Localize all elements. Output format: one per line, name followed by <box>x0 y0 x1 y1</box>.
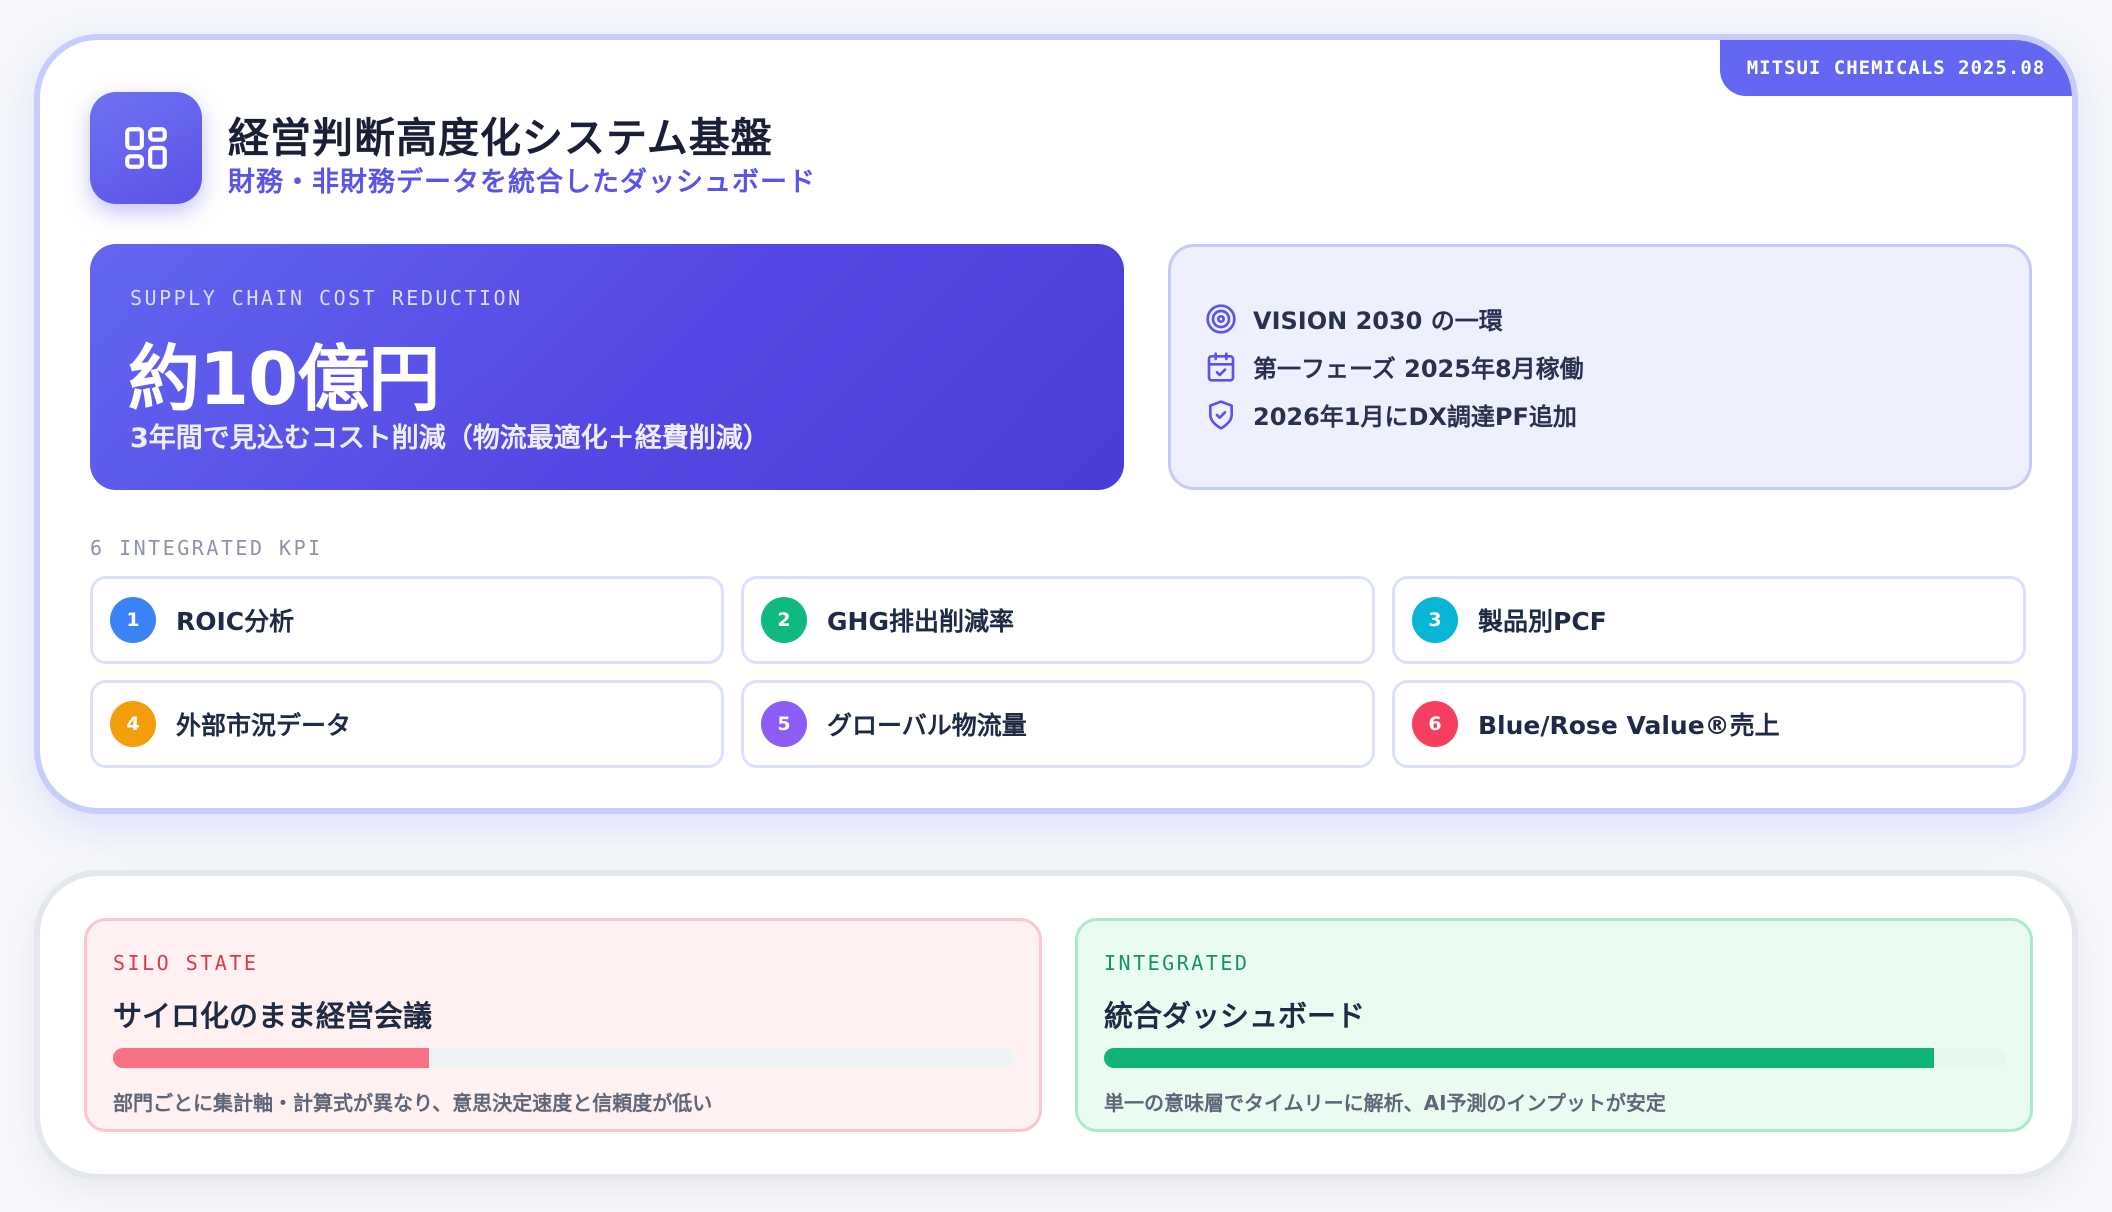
kpi-label: グローバル物流量 <box>827 711 1027 740</box>
kpi-card: 6 Blue/Rose Value®売上 <box>1392 680 2026 768</box>
vision-item: VISION 2030 の一環 <box>1205 301 1503 336</box>
hero-label: SUPPLY CHAIN COST REDUCTION <box>130 286 523 310</box>
vision-info-box: VISION 2030 の一環 第一フェーズ 2025年8月稼働 2026年1月… <box>1168 244 2032 490</box>
shield-check-icon <box>1209 399 1233 430</box>
page-subtitle: 財務・非財務データを統合したダッシュボード <box>228 167 816 198</box>
kpi-number-badge: 4 <box>110 701 156 747</box>
kpi-card: 2 GHG排出削減率 <box>741 576 1375 664</box>
silo-state-panel: SILO STATE サイロ化のまま経営会議 部門ごとに集計軸・計算式が異なり、… <box>84 918 1042 1132</box>
kpi-card: 5 グローバル物流量 <box>741 680 1375 768</box>
kpi-card: 3 製品別PCF <box>1392 576 2026 664</box>
silo-state-description: 部門ごとに集計軸・計算式が異なり、意思決定速度と信頼度が低い <box>113 1091 713 1115</box>
kpi-number-badge: 2 <box>761 597 807 643</box>
kpi-label: 外部市況データ <box>176 711 352 740</box>
kpi-card: 4 外部市況データ <box>90 680 724 768</box>
kpi-number-badge: 3 <box>1412 597 1458 643</box>
cost-reduction-hero: SUPPLY CHAIN COST REDUCTION 約10億円 3年間で見込… <box>90 244 1124 490</box>
kpi-number-badge: 6 <box>1412 701 1458 747</box>
integrated-progress-fill <box>1104 1048 1934 1068</box>
integrated-progress-track <box>1104 1048 2006 1068</box>
kpi-card: 1 ROIC分析 <box>90 576 724 664</box>
kpi-number-badge: 1 <box>110 597 156 643</box>
vision-item-text: 第一フェーズ 2025年8月稼働 <box>1253 355 1584 383</box>
kpi-label: Blue/Rose Value®売上 <box>1478 711 1780 740</box>
kpi-label: GHG排出削減率 <box>827 607 1014 636</box>
kpi-section-heading: 6 INTEGRATED KPI <box>90 536 323 560</box>
target-icon <box>1206 303 1236 334</box>
calendar-check-icon <box>1207 351 1235 382</box>
integrated-state-title: 統合ダッシュボード <box>1104 999 1366 1033</box>
integrated-state-panel: INTEGRATED 統合ダッシュボード 単一の意味層でタイムリーに解析、AI予… <box>1075 918 2033 1132</box>
hero-description: 3年間で見込むコスト削減（物流最適化＋経費削減） <box>130 423 770 454</box>
silo-state-title: サイロ化のまま経営会議 <box>113 999 433 1033</box>
integrated-state-label: INTEGRATED <box>1104 951 1250 975</box>
silo-progress-track <box>113 1048 1015 1068</box>
kpi-number-badge: 5 <box>761 701 807 747</box>
vision-item-text: 2026年1月にDX調達PF追加 <box>1253 403 1577 431</box>
vision-item: 2026年1月にDX調達PF追加 <box>1205 397 1577 432</box>
vision-item-text: VISION 2030 の一環 <box>1253 307 1503 335</box>
overview-card: MITSUI CHEMICALS 2025.08 経営判断高度化システム基盤 財… <box>34 34 2078 814</box>
dashboard-logo <box>90 92 202 204</box>
kpi-label: 製品別PCF <box>1478 607 1607 636</box>
silo-state-label: SILO STATE <box>113 951 259 975</box>
page-title: 経営判断高度化システム基盤 <box>228 114 773 162</box>
dashboard-grid-icon <box>125 127 167 169</box>
kpi-label: ROIC分析 <box>176 607 295 636</box>
comparison-card: SILO STATE サイロ化のまま経営会議 部門ごとに集計軸・計算式が異なり、… <box>34 870 2078 1180</box>
company-date-tag: MITSUI CHEMICALS 2025.08 <box>1720 40 2072 96</box>
vision-item: 第一フェーズ 2025年8月稼働 <box>1205 349 1584 384</box>
integrated-state-description: 単一の意味層でタイムリーに解析、AI予測のインプットが安定 <box>1104 1091 1666 1115</box>
hero-value: 約10億円 <box>128 337 440 421</box>
silo-progress-fill <box>113 1048 429 1068</box>
